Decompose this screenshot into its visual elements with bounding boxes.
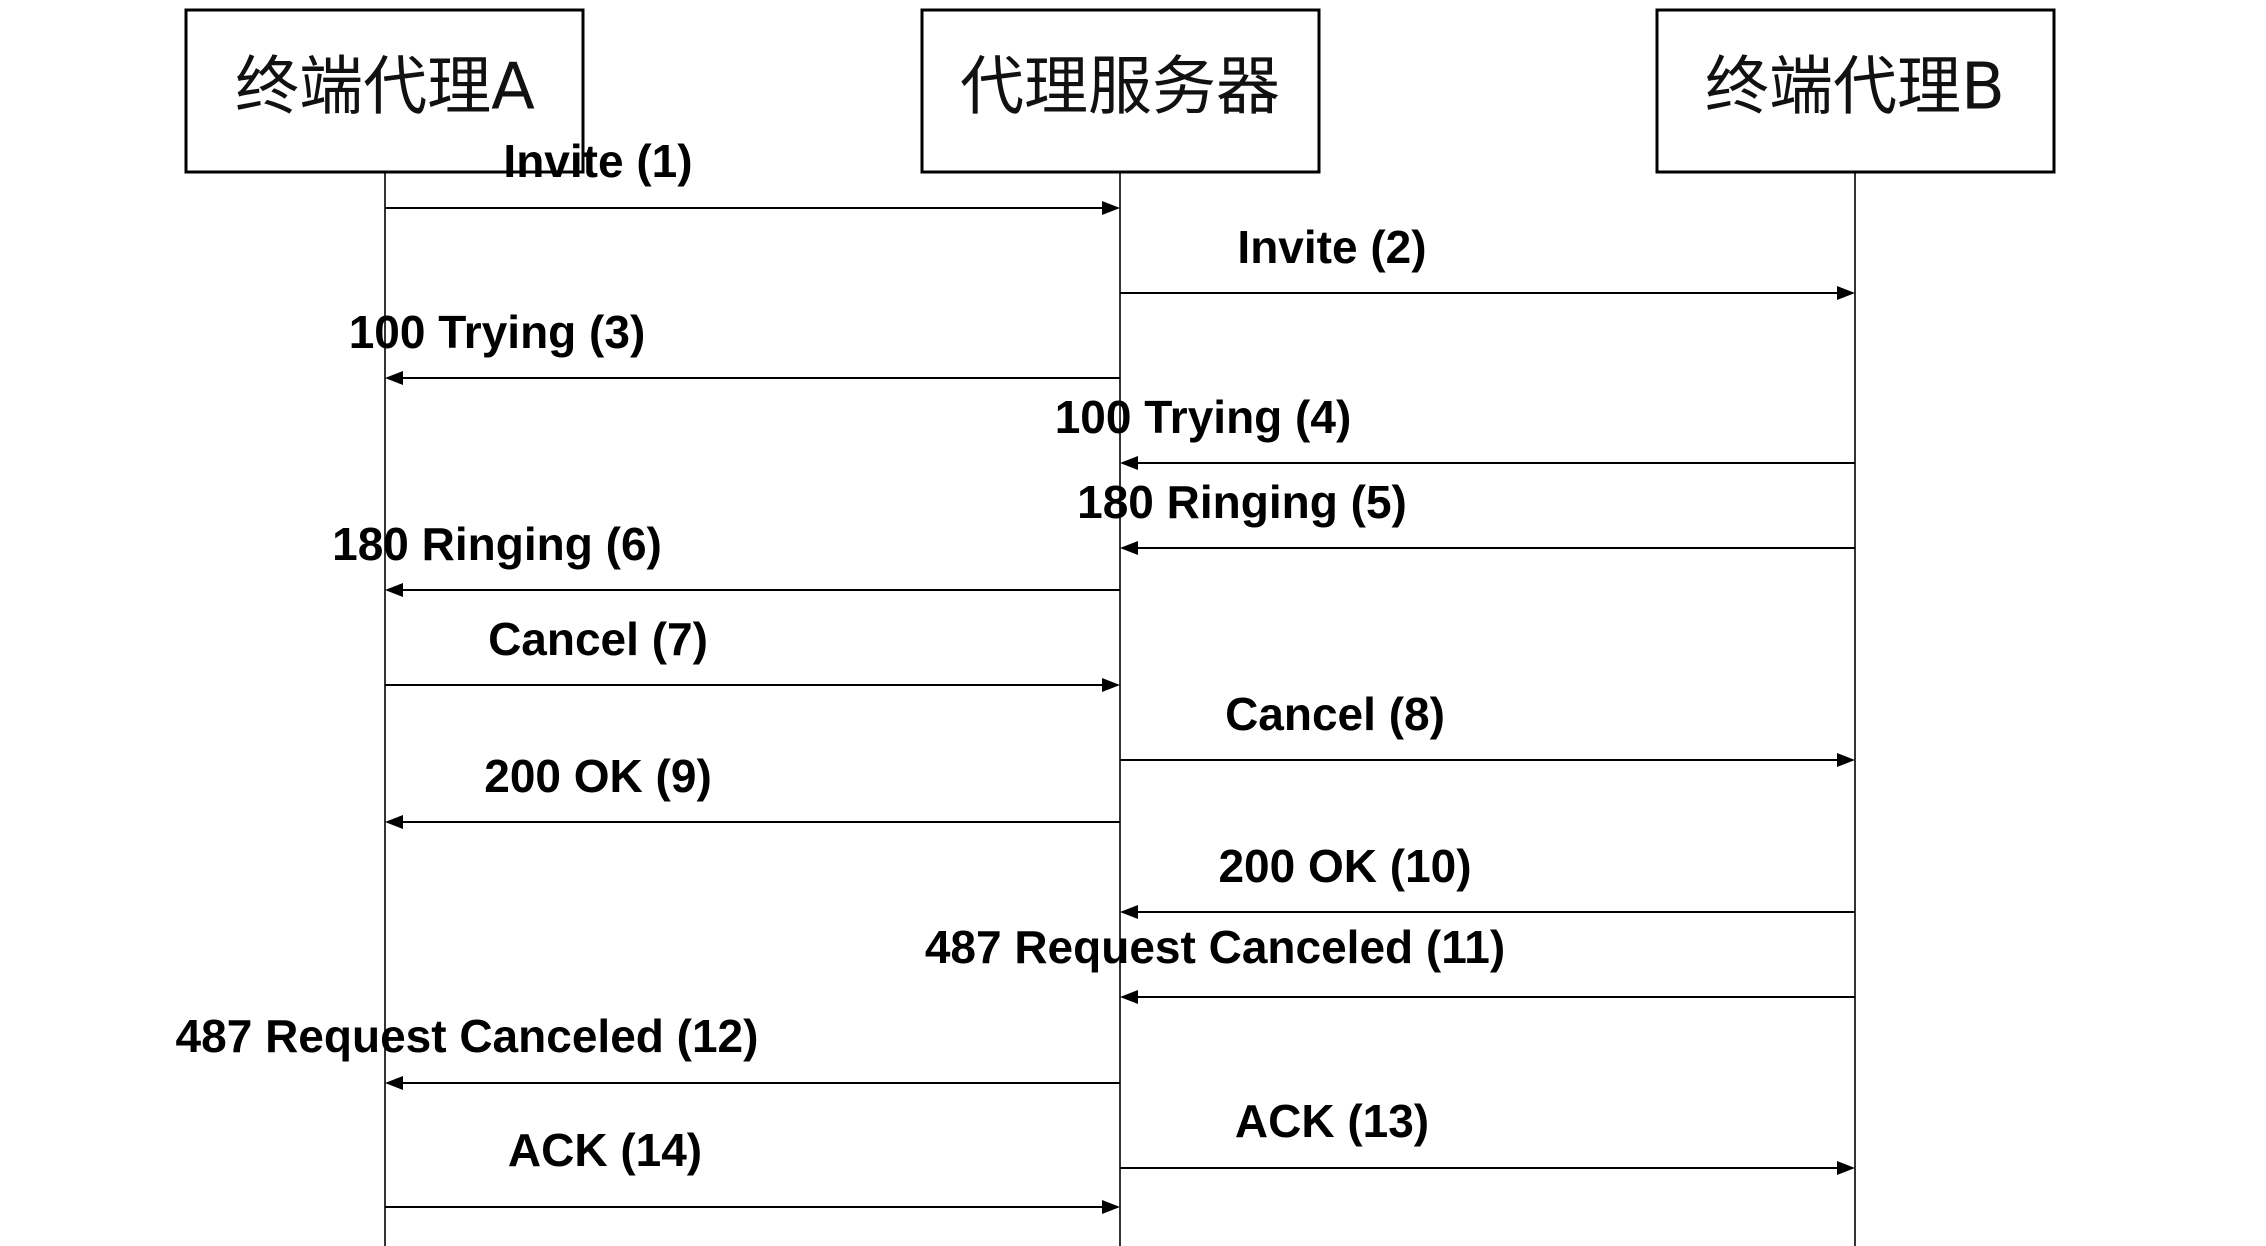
arrowhead [1120, 990, 1138, 1004]
message-label: 180 Ringing (6) [332, 518, 662, 570]
message-ack-13: ACK (13) [1120, 1095, 1855, 1175]
message-cancel-7: Cancel (7) [385, 613, 1120, 692]
sequence-diagram: 终端代理A 代理服务器 终端代理B Invite (1) Invite (2) 10… [176, 8, 2056, 1246]
message-label: Cancel (7) [488, 613, 708, 665]
arrowhead [1102, 201, 1120, 215]
arrowhead [1837, 286, 1855, 300]
message-200-ok-10: 200 OK (10) [1120, 840, 1855, 919]
message-label: 487 Request Canceled (12) [176, 1010, 759, 1062]
arrowhead [1102, 678, 1120, 692]
message-invite-2: Invite (2) [1120, 221, 1855, 300]
arrowhead [385, 583, 403, 597]
message-200-ok-9: 200 OK (9) [385, 750, 1120, 829]
message-label: ACK (14) [508, 1124, 702, 1176]
participant-label: 终端代理B [1705, 51, 2005, 125]
arrowhead [1120, 456, 1138, 470]
message-label: 100 Trying (4) [1055, 391, 1352, 443]
message-cancel-8: Cancel (8) [1120, 688, 1855, 767]
participant-label: 终端代理A [235, 51, 535, 125]
participant-proxy-server: 代理服务器 [920, 8, 1321, 174]
arrowhead [1120, 541, 1138, 555]
participant-terminal-agent-b: 终端代理B [1655, 8, 2056, 174]
arrowhead [385, 815, 403, 829]
message-label: 487 Request Canceled (11) [925, 921, 1505, 973]
message-100-trying-4: 100 Trying (4) [1055, 391, 1855, 470]
message-label: 200 OK (10) [1218, 840, 1471, 892]
message-label: 200 OK (9) [484, 750, 712, 802]
arrowhead [1837, 1161, 1855, 1175]
message-487-request-canceled-11: 487 Request Canceled (11) [925, 921, 1855, 1004]
message-label: 100 Trying (3) [349, 306, 646, 358]
message-180-ringing-6: 180 Ringing (6) [332, 518, 1120, 597]
arrowhead [385, 1076, 403, 1090]
message-list: Invite (1) Invite (2) 100 Trying (3) 100 Tr… [176, 135, 1855, 1214]
message-label: Cancel (8) [1225, 688, 1445, 740]
arrowhead [1120, 905, 1138, 919]
message-100-trying-3: 100 Trying (3) [349, 306, 1120, 385]
arrowhead [385, 371, 403, 385]
message-label: ACK (13) [1235, 1095, 1429, 1147]
message-label: Invite (2) [1237, 221, 1426, 273]
arrowhead [1837, 753, 1855, 767]
message-487-request-canceled-12: 487 Request Canceled (12) [176, 1010, 1120, 1090]
arrowhead [1102, 1200, 1120, 1214]
message-label: Invite (1) [503, 135, 692, 187]
message-label: 180 Ringing (5) [1077, 476, 1407, 528]
message-ack-14: ACK (14) [385, 1124, 1120, 1214]
participant-label: 代理服务器 [960, 51, 1280, 125]
message-180-ringing-5: 180 Ringing (5) [1077, 476, 1855, 555]
